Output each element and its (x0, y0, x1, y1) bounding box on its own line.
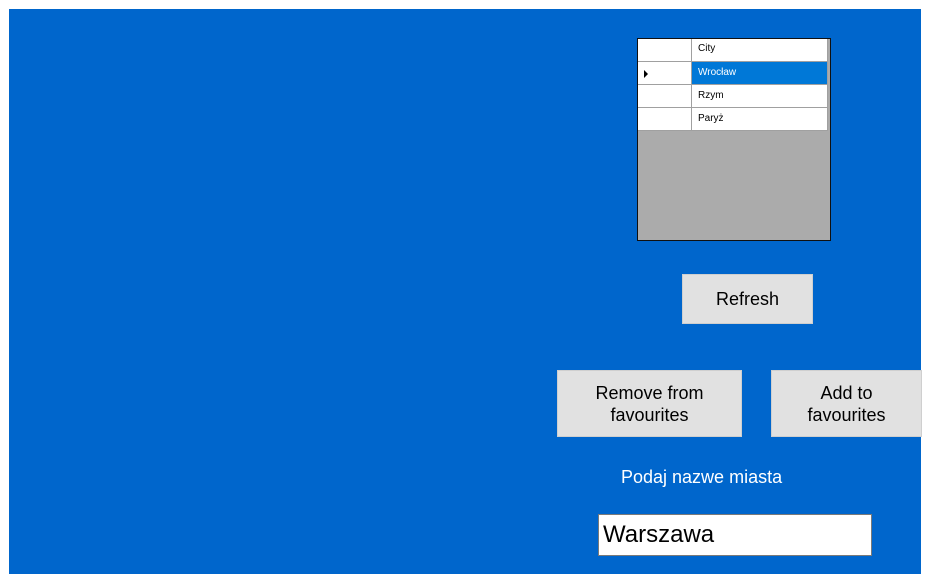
city-name-input[interactable] (598, 514, 872, 556)
main-form: City Wrocław Rzym Paryż Refresh Remove f… (9, 9, 922, 574)
remove-button-label: Remove from favourites (595, 382, 704, 425)
city-cell[interactable]: Wrocław (692, 62, 828, 85)
column-header-city[interactable]: City (692, 39, 828, 62)
table-row[interactable]: Wrocław (638, 62, 828, 85)
remove-from-favourites-button[interactable]: Remove from favourites (557, 370, 742, 437)
city-cell[interactable]: Rzym (692, 85, 828, 108)
row-header[interactable] (638, 85, 692, 108)
city-name-label: Podaj nazwe miasta (621, 467, 783, 487)
refresh-button[interactable]: Refresh (682, 274, 813, 324)
table-row[interactable]: Rzym (638, 85, 828, 108)
grid-header-row: City (638, 39, 828, 62)
current-row-icon (644, 70, 648, 78)
favourites-grid[interactable]: City Wrocław Rzym Paryż (637, 38, 831, 241)
city-cell[interactable]: Paryż (692, 108, 828, 131)
row-header-corner[interactable] (638, 39, 692, 62)
refresh-button-label: Refresh (715, 289, 780, 309)
add-button-label: Add to favourites (807, 382, 886, 425)
row-header[interactable] (638, 62, 692, 85)
add-to-favourites-button[interactable]: Add to favourites (771, 370, 922, 437)
table-row[interactable]: Paryż (638, 108, 828, 131)
row-header[interactable] (638, 108, 692, 131)
